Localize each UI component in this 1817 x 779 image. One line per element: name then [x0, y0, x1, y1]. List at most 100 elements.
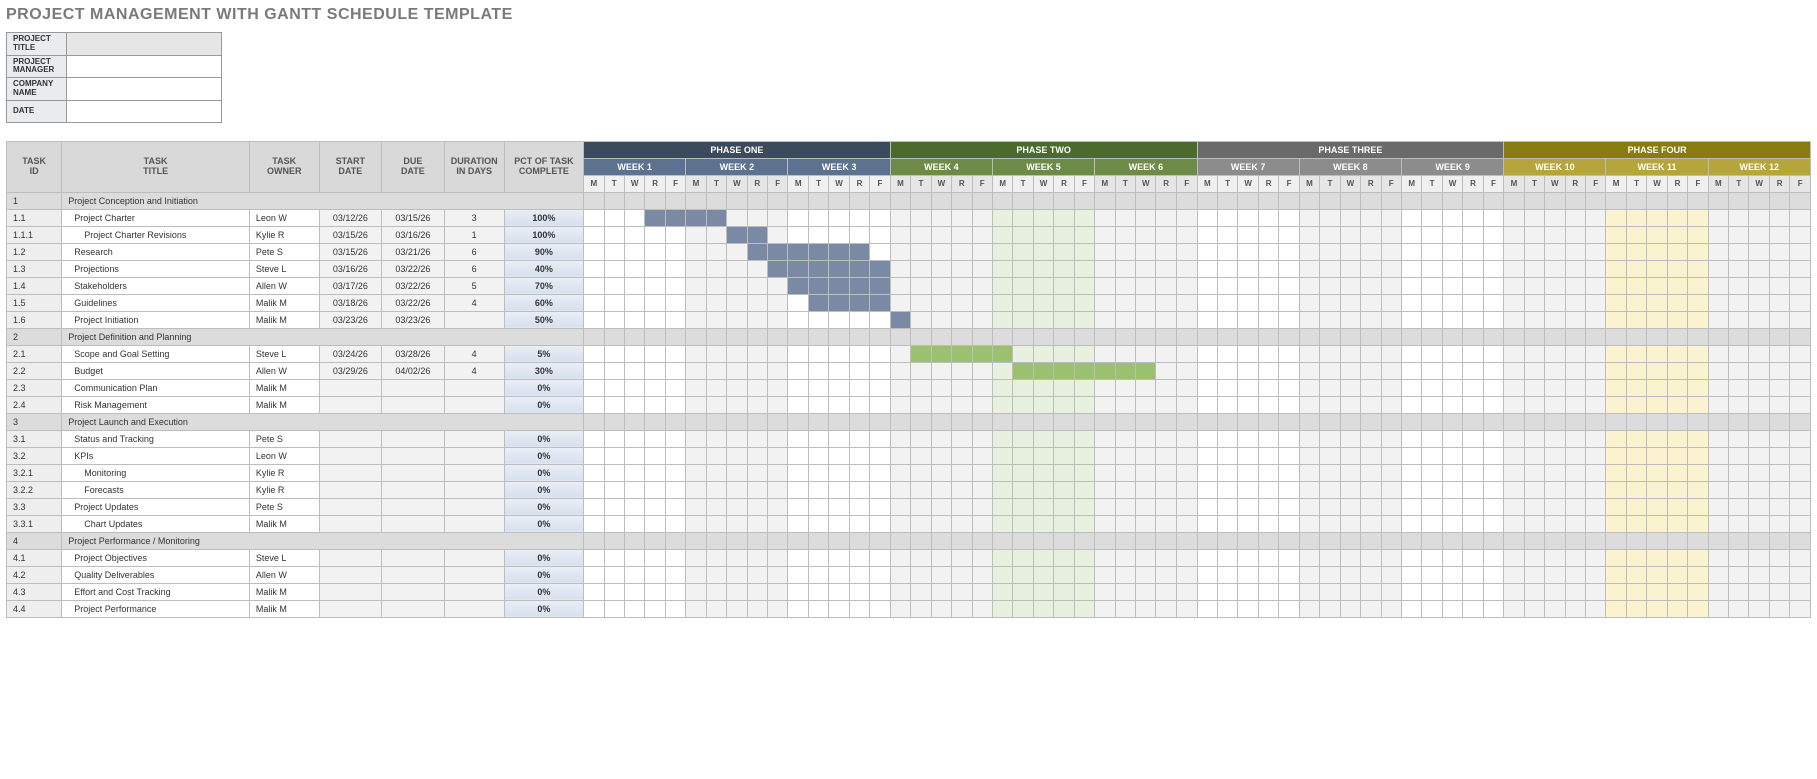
- start-date[interactable]: 03/15/26: [319, 243, 382, 260]
- meta-value-input[interactable]: [67, 33, 222, 56]
- pct-complete[interactable]: 0%: [504, 600, 583, 617]
- pct-complete[interactable]: 0%: [504, 549, 583, 566]
- task-row[interactable]: 3.1Status and TrackingPete S0%: [7, 430, 1811, 447]
- due-date[interactable]: 03/23/26: [382, 311, 445, 328]
- task-row[interactable]: 1.1.1Project Charter RevisionsKylie R03/…: [7, 226, 1811, 243]
- start-date[interactable]: 03/16/26: [319, 260, 382, 277]
- start-date[interactable]: 03/18/26: [319, 294, 382, 311]
- gantt-cell: [604, 532, 624, 549]
- due-date[interactable]: [382, 481, 445, 498]
- start-date[interactable]: 03/23/26: [319, 311, 382, 328]
- pct-complete[interactable]: 100%: [504, 209, 583, 226]
- due-date[interactable]: [382, 549, 445, 566]
- section-row[interactable]: 3Project Launch and Execution: [7, 413, 1811, 430]
- due-date[interactable]: [382, 430, 445, 447]
- pct-complete[interactable]: 50%: [504, 311, 583, 328]
- task-row[interactable]: 4.1Project ObjectivesSteve L0%: [7, 549, 1811, 566]
- due-date[interactable]: 04/02/26: [382, 362, 445, 379]
- pct-complete[interactable]: 40%: [504, 260, 583, 277]
- due-date[interactable]: [382, 498, 445, 515]
- section-row[interactable]: 1Project Conception and Initiation: [7, 192, 1811, 209]
- due-date[interactable]: 03/22/26: [382, 277, 445, 294]
- pct-complete[interactable]: 0%: [504, 379, 583, 396]
- start-date[interactable]: [319, 430, 382, 447]
- start-date[interactable]: [319, 600, 382, 617]
- task-row[interactable]: 1.3ProjectionsSteve L03/16/2603/22/26640…: [7, 260, 1811, 277]
- task-row[interactable]: 3.2.2ForecastsKylie R0%: [7, 481, 1811, 498]
- start-date[interactable]: [319, 498, 382, 515]
- task-row[interactable]: 3.3Project UpdatesPete S0%: [7, 498, 1811, 515]
- start-date[interactable]: 03/15/26: [319, 226, 382, 243]
- start-date[interactable]: [319, 379, 382, 396]
- start-date[interactable]: [319, 583, 382, 600]
- gantt-cell: [706, 396, 726, 413]
- gantt-cell: [808, 243, 828, 260]
- pct-complete[interactable]: 30%: [504, 362, 583, 379]
- pct-complete[interactable]: 5%: [504, 345, 583, 362]
- pct-complete[interactable]: 0%: [504, 464, 583, 481]
- task-row[interactable]: 1.4StakeholdersAllen W03/17/2603/22/2657…: [7, 277, 1811, 294]
- task-row[interactable]: 4.2Quality DeliverablesAllen W0%: [7, 566, 1811, 583]
- due-date[interactable]: 03/16/26: [382, 226, 445, 243]
- meta-value-input[interactable]: [67, 78, 222, 101]
- start-date[interactable]: 03/12/26: [319, 209, 382, 226]
- due-date[interactable]: [382, 515, 445, 532]
- task-row[interactable]: 1.2ResearchPete S03/15/2603/21/26690%: [7, 243, 1811, 260]
- due-date[interactable]: [382, 600, 445, 617]
- due-date[interactable]: 03/22/26: [382, 260, 445, 277]
- gantt-cell: [972, 549, 992, 566]
- due-date[interactable]: [382, 566, 445, 583]
- task-row[interactable]: 3.2.1MonitoringKylie R0%: [7, 464, 1811, 481]
- start-date[interactable]: [319, 566, 382, 583]
- pct-complete[interactable]: 0%: [504, 481, 583, 498]
- due-date[interactable]: 03/22/26: [382, 294, 445, 311]
- start-date[interactable]: [319, 464, 382, 481]
- start-date[interactable]: [319, 396, 382, 413]
- task-row[interactable]: 3.3.1Chart UpdatesMalik M0%: [7, 515, 1811, 532]
- start-date[interactable]: [319, 549, 382, 566]
- section-row[interactable]: 4Project Performance / Monitoring: [7, 532, 1811, 549]
- due-date[interactable]: 03/28/26: [382, 345, 445, 362]
- pct-complete[interactable]: 0%: [504, 566, 583, 583]
- pct-complete[interactable]: 100%: [504, 226, 583, 243]
- gantt-cell: [727, 549, 747, 566]
- pct-complete[interactable]: 90%: [504, 243, 583, 260]
- pct-complete[interactable]: 70%: [504, 277, 583, 294]
- start-date[interactable]: 03/29/26: [319, 362, 382, 379]
- due-date[interactable]: [382, 464, 445, 481]
- pct-complete[interactable]: 0%: [504, 498, 583, 515]
- pct-complete[interactable]: 60%: [504, 294, 583, 311]
- due-date[interactable]: [382, 583, 445, 600]
- pct-complete[interactable]: 0%: [504, 515, 583, 532]
- task-row[interactable]: 2.1Scope and Goal SettingSteve L03/24/26…: [7, 345, 1811, 362]
- pct-complete[interactable]: 0%: [504, 430, 583, 447]
- start-date[interactable]: [319, 447, 382, 464]
- task-row[interactable]: 4.3Effort and Cost TrackingMalik M0%: [7, 583, 1811, 600]
- due-date[interactable]: [382, 396, 445, 413]
- gantt-cell: [604, 481, 624, 498]
- meta-value-input[interactable]: [67, 55, 222, 78]
- due-date[interactable]: 03/21/26: [382, 243, 445, 260]
- task-row[interactable]: 2.3Communication PlanMalik M0%: [7, 379, 1811, 396]
- pct-complete[interactable]: 0%: [504, 447, 583, 464]
- gantt-cell: [1279, 600, 1299, 617]
- task-row[interactable]: 3.2KPIsLeon W0%: [7, 447, 1811, 464]
- task-row[interactable]: 4.4Project PerformanceMalik M0%: [7, 600, 1811, 617]
- task-row[interactable]: 1.1Project CharterLeon W03/12/2603/15/26…: [7, 209, 1811, 226]
- start-date[interactable]: 03/17/26: [319, 277, 382, 294]
- task-row[interactable]: 2.4Risk ManagementMalik M0%: [7, 396, 1811, 413]
- due-date[interactable]: [382, 379, 445, 396]
- task-row[interactable]: 2.2BudgetAllen W03/29/2604/02/26430%: [7, 362, 1811, 379]
- section-row[interactable]: 2Project Definition and Planning: [7, 328, 1811, 345]
- meta-value-input[interactable]: [67, 100, 222, 122]
- pct-complete[interactable]: 0%: [504, 583, 583, 600]
- start-date[interactable]: 03/24/26: [319, 345, 382, 362]
- due-date[interactable]: [382, 447, 445, 464]
- task-owner: Leon W: [249, 447, 319, 464]
- task-row[interactable]: 1.5GuidelinesMalik M03/18/2603/22/26460%: [7, 294, 1811, 311]
- start-date[interactable]: [319, 481, 382, 498]
- due-date[interactable]: 03/15/26: [382, 209, 445, 226]
- start-date[interactable]: [319, 515, 382, 532]
- pct-complete[interactable]: 0%: [504, 396, 583, 413]
- task-row[interactable]: 1.6Project InitiationMalik M03/23/2603/2…: [7, 311, 1811, 328]
